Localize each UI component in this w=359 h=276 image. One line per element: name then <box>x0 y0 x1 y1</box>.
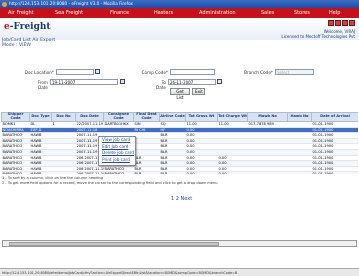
app-header: e-Freight Welcome, VIRAJ Licensed to Mec… <box>0 18 359 40</box>
table-cell[interactable]: BARATHCO <box>1 171 30 174</box>
menu-sea-freight[interactable]: Sea Freight <box>55 8 83 18</box>
calendar-icon[interactable] <box>217 79 222 84</box>
col-consignee-code[interactable]: Consignee Code <box>103 112 134 122</box>
to-date-label: To Date <box>155 80 166 90</box>
branch-code-label: Branch Code* <box>244 70 273 75</box>
table-cell[interactable]: BARATHCO <box>103 171 134 174</box>
menu-air-freight[interactable]: Air Freight <box>8 8 34 18</box>
col-doc-date[interactable]: Doc Date <box>75 112 104 122</box>
col-tot-gross-wt[interactable]: Tot Gross Wt <box>185 112 218 122</box>
col-doc-no[interactable]: Doc No <box>51 112 76 122</box>
help-icon[interactable] <box>342 20 348 26</box>
view-job-card-link[interactable]: View job card <box>99 137 135 144</box>
print-job-card-link[interactable]: Print job card <box>99 157 135 164</box>
table-cell[interactable] <box>287 171 312 174</box>
pagination[interactable]: 1 2 Next <box>171 196 192 202</box>
col-date-of-arrival[interactable]: Date of Arrival <box>311 112 358 122</box>
table-cell[interactable]: 0.00 <box>185 171 218 174</box>
firefox-icon <box>2 1 7 7</box>
col-hawb-no[interactable]: Hawb No <box>287 112 312 122</box>
note-dropdown: 2 - To get more field options for a reco… <box>2 180 218 185</box>
comp-code-label: Comp Code* <box>141 70 168 75</box>
get-list-button[interactable]: Get List <box>170 88 190 100</box>
header-icons <box>327 20 355 27</box>
col-final-dest-code[interactable]: Final Dest Code <box>133 112 160 122</box>
delete-job-card-link[interactable]: Delete job card <box>99 150 135 157</box>
table-cell[interactable]: BLR <box>133 171 160 174</box>
table-cell[interactable] <box>51 171 76 174</box>
from-date-input[interactable]: 19-11-2007 <box>50 79 118 85</box>
job-card-table: Shipper Code Doc Type Doc No Doc Date Co… <box>1 112 358 174</box>
col-airline-code[interactable]: Airline Code <box>159 112 186 122</box>
help-notes: 1 - To sort by a column, click on the th… <box>2 176 218 185</box>
menu-administration[interactable]: Administration <box>199 8 236 18</box>
branch-code-select[interactable]: Select <box>275 69 314 75</box>
logout-icon[interactable] <box>349 20 355 26</box>
exit-button[interactable]: Exit <box>192 88 205 95</box>
status-bar: http://124.153.101.20:8080/efre/demo/Job… <box>0 268 359 276</box>
table-cell[interactable]: HAWB <box>29 171 52 174</box>
table-header-row: Shipper Code Doc Type Doc No Doc Date Co… <box>1 112 358 122</box>
doc-location-label: Doc Location* <box>24 70 54 75</box>
col-doc-type[interactable]: Doc Type <box>29 112 52 122</box>
menu-help[interactable]: Help <box>329 8 340 18</box>
welcome-text: Welcome, VIRAJ Licensed to Mectoff Techn… <box>281 29 355 39</box>
page-title-block: Job/Card List Air Export Mode : VIEW <box>2 38 55 48</box>
home-icon[interactable] <box>328 20 334 26</box>
horizontal-scrollbar[interactable] <box>2 240 357 247</box>
table-cell[interactable]: 22/2007-11-19 <box>75 121 104 128</box>
comp-code-select[interactable] <box>170 69 215 75</box>
edit-job-card-link[interactable]: Edit Job card <box>99 144 135 151</box>
col-tot-charge-wt[interactable]: Tot Charge Wt <box>217 112 248 122</box>
page-mode: Mode : VIEW <box>2 43 31 48</box>
menu-sales[interactable]: Sales <box>261 8 274 18</box>
table-row[interactable]: BARATHCOHAWB206 2007-11-19BARATHCOBLRBLR… <box>1 171 358 174</box>
table-cell[interactable]: 0.00 <box>217 171 248 174</box>
mail-icon[interactable] <box>335 20 341 26</box>
main-menu: Air Freight Sea Freight Finance Hasters … <box>0 8 359 18</box>
window-titlebar: http://124.153.101.20:8080 - eFreight V3… <box>0 0 359 8</box>
doc-location-select[interactable] <box>56 69 94 75</box>
to-date-input[interactable]: 26-11-2007 <box>168 79 216 85</box>
table-cell[interactable]: 206 2007-11-19 <box>75 166 104 173</box>
menu-stores[interactable]: Stores <box>294 8 310 18</box>
menu-finance[interactable]: Finance <box>110 8 129 18</box>
menu-hasters[interactable]: Hasters <box>154 8 173 18</box>
table-cell[interactable]: 01-01-1900 <box>311 171 358 174</box>
table-cell[interactable]: BLR <box>159 171 186 174</box>
table-cell[interactable]: 206 2007-11-19 <box>75 171 104 174</box>
scrollbar-thumb[interactable] <box>9 242 219 246</box>
col-mawb-no[interactable]: Mawb No <box>247 112 288 122</box>
lookup-icon[interactable] <box>95 69 100 74</box>
context-menu: View job card Edit Job card Delete job c… <box>98 136 136 166</box>
table-cell[interactable] <box>247 171 288 174</box>
window-title: http://124.153.101.20:8080 - eFreight V3… <box>9 1 134 6</box>
from-date-label: From Date <box>37 80 48 90</box>
col-shipper-code[interactable]: Shipper Code <box>1 112 30 122</box>
efreight-logo: e-Freight <box>4 22 51 32</box>
filter-form: Doc Location* Comp Code* Branch Code* Se… <box>0 69 359 104</box>
calendar-icon[interactable] <box>120 79 125 84</box>
